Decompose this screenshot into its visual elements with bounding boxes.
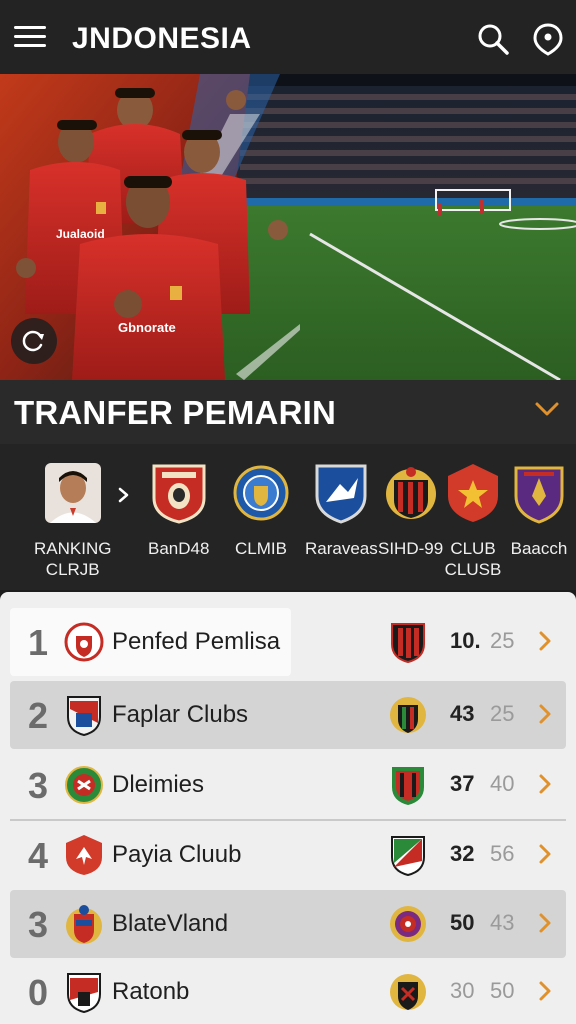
opponent-crest-icon	[388, 902, 428, 946]
chevron-right-icon[interactable]	[538, 772, 552, 796]
opponent-crest-icon	[388, 763, 428, 807]
stat-secondary: 50	[490, 978, 515, 1003]
blue-shield-crest-icon	[312, 462, 370, 524]
chevron-down-icon[interactable]	[534, 398, 560, 420]
club-item-band48[interactable]: BanD48	[148, 462, 209, 559]
club-name: Payia Cluub	[112, 841, 242, 868]
club-label: Raraveas	[305, 539, 378, 558]
rank-number: 3	[28, 904, 49, 945]
club-crest-icon	[64, 763, 104, 807]
stat-secondary: 43	[490, 910, 515, 935]
blue-round-crest-icon	[232, 462, 290, 524]
top-bar: JNDONESIA	[0, 0, 576, 74]
club-name: Ratonb	[112, 978, 190, 1005]
stat-primary: 30	[450, 978, 475, 1003]
club-label: SIHD-99	[378, 539, 444, 558]
stat-secondary: 56	[490, 841, 515, 866]
stat-primary: 50	[450, 910, 475, 935]
chevron-right-icon[interactable]	[538, 911, 552, 935]
club-label: CLMIB	[235, 539, 287, 558]
stat-secondary: 40	[490, 771, 515, 796]
club-label: BanD48	[148, 539, 210, 558]
opponent-crest-icon	[388, 693, 428, 737]
club-crest-icon	[64, 693, 104, 737]
club-label: Baacch	[510, 539, 568, 558]
player-avatar	[44, 462, 102, 524]
club-item-ranking[interactable]: RANKING CLRJB	[34, 462, 111, 580]
table-row[interactable]: 4 Payia Cluub 32 56	[10, 821, 566, 889]
chevron-right-icon[interactable]	[116, 484, 132, 506]
chevron-right-icon[interactable]	[538, 842, 552, 866]
opponent-crest-icon	[388, 620, 428, 664]
stat-primary: 37	[450, 771, 475, 796]
stat-primary: 32	[450, 841, 475, 866]
section-header: TRANFER PEMARIN	[0, 380, 576, 444]
chevron-right-icon[interactable]	[538, 702, 552, 726]
table-row[interactable]: 1 Penfed Pemlisa	[10, 608, 291, 676]
club-name: Dleimies	[112, 771, 205, 798]
club-item-club-clusb[interactable]: CLUB CLUSB	[444, 462, 502, 580]
club-item-raraveas[interactable]: Raraveas	[305, 462, 378, 559]
rank-number: 3	[28, 765, 49, 806]
club-label: CLUB CLUSB	[444, 539, 502, 579]
table-row[interactable]: 3 Dleimies 37 40	[10, 751, 566, 819]
red-star-shield-icon	[444, 462, 502, 524]
chevron-right-icon[interactable]	[538, 629, 552, 653]
club-crest-icon	[64, 970, 104, 1014]
rank-number: 2	[28, 695, 49, 736]
svg-text:Gbnorate: Gbnorate	[118, 320, 176, 335]
club-strip: RANKING CLRJB BanD48 CLMIB Raraveas SIHD…	[0, 444, 576, 590]
hero-banner-image: Gbnorate Jualaoid	[0, 74, 576, 380]
table-row[interactable]: 0 Ratonb 30 50	[10, 958, 566, 1024]
location-pin-icon[interactable]	[531, 22, 565, 56]
club-name: Penfed Pemlisa	[112, 628, 281, 655]
stat-secondary: 25	[490, 628, 515, 653]
app-title: JNDONESIA	[72, 22, 252, 55]
opponent-crest-icon	[388, 833, 428, 877]
red-shield-crest-icon	[150, 462, 208, 524]
svg-text:Jualaoid: Jualaoid	[56, 227, 105, 241]
hamburger-menu-icon[interactable]	[14, 26, 46, 50]
rank-number: 1	[28, 622, 49, 663]
club-crest-icon	[64, 833, 104, 877]
stat-secondary: 25	[490, 701, 515, 726]
club-item-clmib[interactable]: CLMIB	[232, 462, 290, 559]
purple-gold-crest-icon	[510, 462, 568, 524]
opponent-crest-icon	[388, 970, 428, 1014]
chevron-right-icon[interactable]	[538, 979, 552, 1003]
club-crest-icon	[64, 902, 104, 946]
club-crest-icon	[64, 620, 104, 664]
club-label: RANKING CLRJB	[34, 539, 112, 579]
table-row[interactable]: 2 Faplar Clubs 43 25	[10, 681, 566, 749]
gold-striped-crest-icon	[382, 462, 440, 524]
stat-primary: 10.	[450, 628, 481, 653]
stat-primary: 43	[450, 701, 475, 726]
refresh-icon[interactable]	[11, 318, 57, 364]
ranking-table: 1 Penfed Pemlisa 10. 25 2 Faplar Clubs 4…	[0, 592, 576, 1024]
table-row[interactable]: 3 BlateVland 50 43	[10, 890, 566, 958]
club-item-baacch[interactable]: Baacch	[510, 462, 568, 559]
section-title: TRANFER PEMARIN	[14, 394, 336, 431]
club-name: BlateVland	[112, 910, 229, 937]
club-name: Faplar Clubs	[112, 701, 249, 728]
club-item-sihd99[interactable]: SIHD-99	[378, 462, 443, 559]
rank-number: 0	[28, 972, 49, 1013]
rank-number: 4	[28, 835, 49, 876]
search-icon[interactable]	[476, 22, 510, 56]
